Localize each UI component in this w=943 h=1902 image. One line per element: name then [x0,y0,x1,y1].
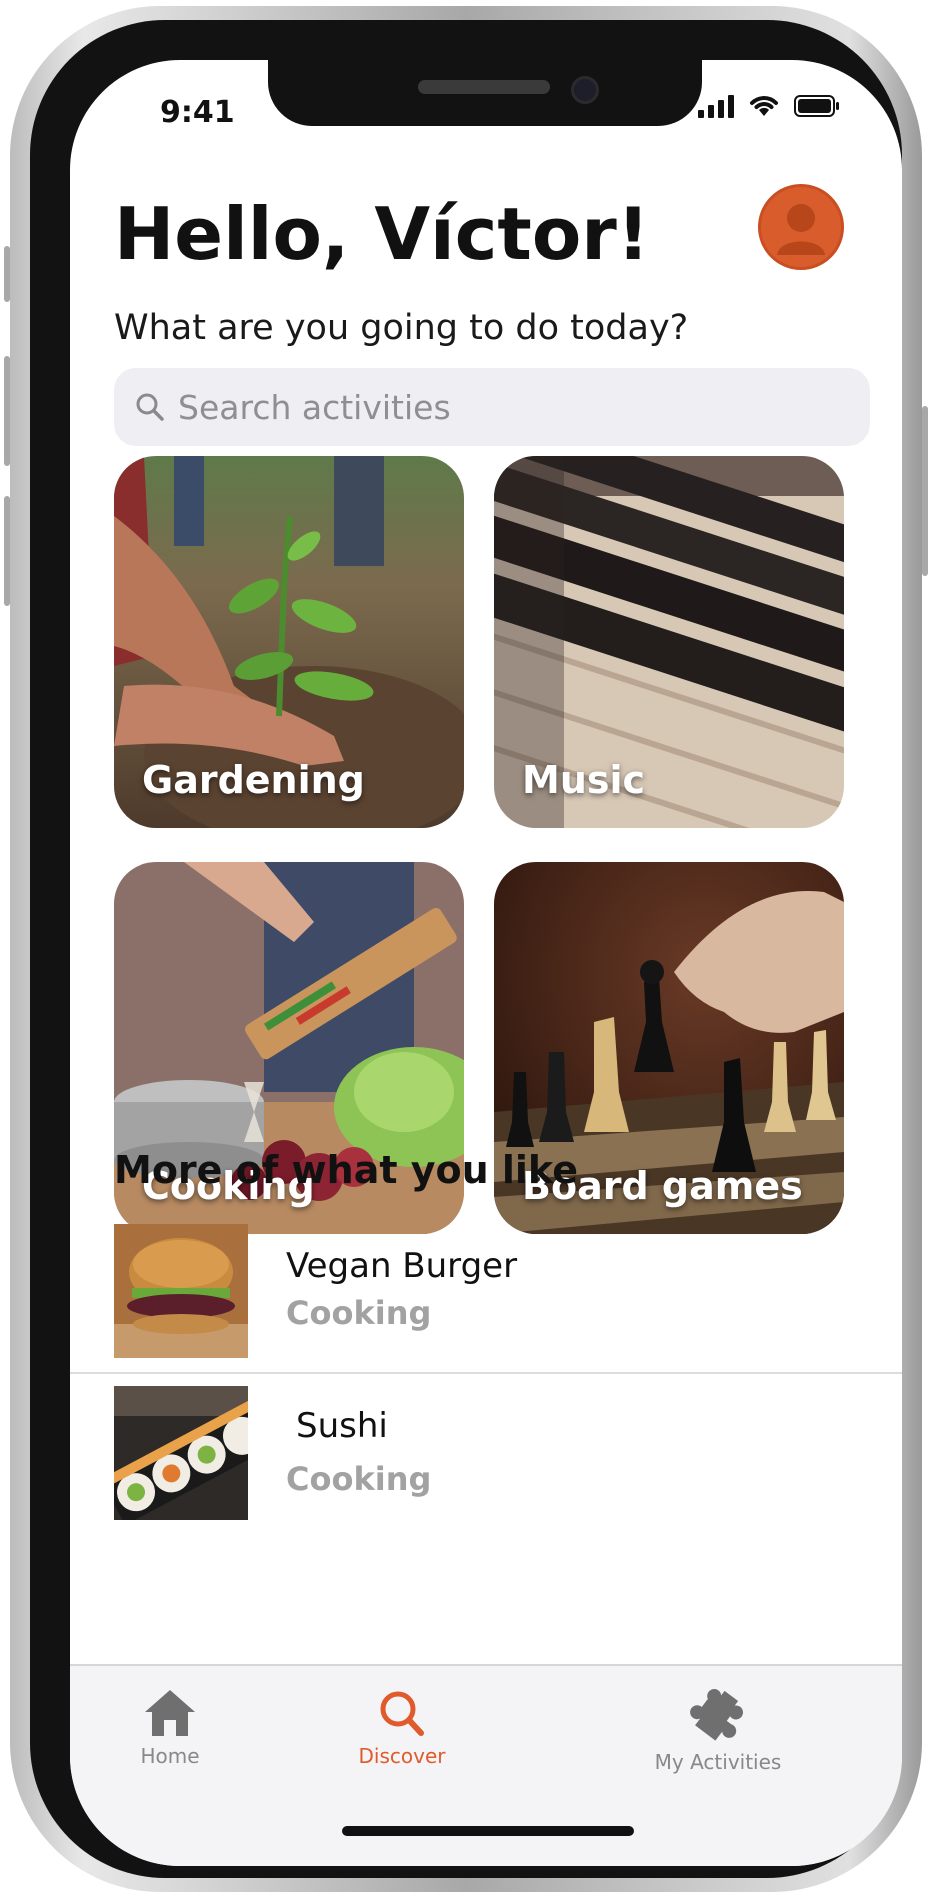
avatar[interactable] [758,184,844,270]
item-category: Cooking [286,1294,432,1332]
sushi-thumbnail [114,1386,248,1520]
burger-image [114,1224,248,1358]
volume-down-button [4,496,10,606]
bezel: 9:41 Hello, Víctor! What are you going t… [30,20,902,1878]
tile-label: Gardening [142,758,365,802]
tile-label: Music [522,758,646,802]
notch [268,60,702,126]
power-button [922,406,928,576]
list-item-vegan-burger[interactable]: Vegan Burger Cooking [70,1224,902,1384]
signal-icon [698,94,734,118]
tab-label: My Activities [654,1750,782,1774]
wifi-icon [750,96,778,116]
burger-thumbnail [114,1224,248,1358]
search-input[interactable] [176,386,780,428]
status-icons [698,94,840,118]
tab-home[interactable]: Home [70,1688,270,1768]
greeting-title: Hello, Víctor! [114,192,650,276]
sushi-image [114,1386,248,1520]
status-time: 9:41 [160,95,235,130]
tab-label: Discover [358,1744,446,1768]
category-tile-music[interactable]: Music [494,456,844,828]
item-title: Sushi [296,1406,388,1446]
speaker [418,80,550,94]
item-category: Cooking [286,1460,432,1498]
phone-frame: 9:41 Hello, Víctor! What are you going t… [4,6,928,1892]
home-indicator [342,1826,634,1836]
search-icon [136,393,164,421]
screen: 9:41 Hello, Víctor! What are you going t… [70,60,902,1866]
category-tile-gardening[interactable]: Gardening [114,456,464,828]
search-icon [380,1691,424,1736]
user-icon [777,204,825,255]
list-item-sushi[interactable]: Sushi Cooking [70,1386,902,1546]
tab-label: Home [140,1744,200,1768]
item-title: Vegan Burger [286,1246,518,1286]
puzzle-icon [690,1689,743,1741]
divider [70,1372,902,1374]
search-bar[interactable] [114,368,870,446]
volume-up-button [4,356,10,466]
silent-switch [4,246,10,302]
section-title: More of what you like [114,1148,578,1192]
tab-bar: Home Discover My Activities [70,1664,902,1866]
front-camera [571,76,599,104]
tab-my-activities[interactable]: My Activities [598,1688,838,1774]
home-icon [145,1690,195,1736]
battery-icon [794,95,839,117]
tab-discover[interactable]: Discover [302,1688,502,1768]
subtitle: What are you going to do today? [114,308,689,348]
